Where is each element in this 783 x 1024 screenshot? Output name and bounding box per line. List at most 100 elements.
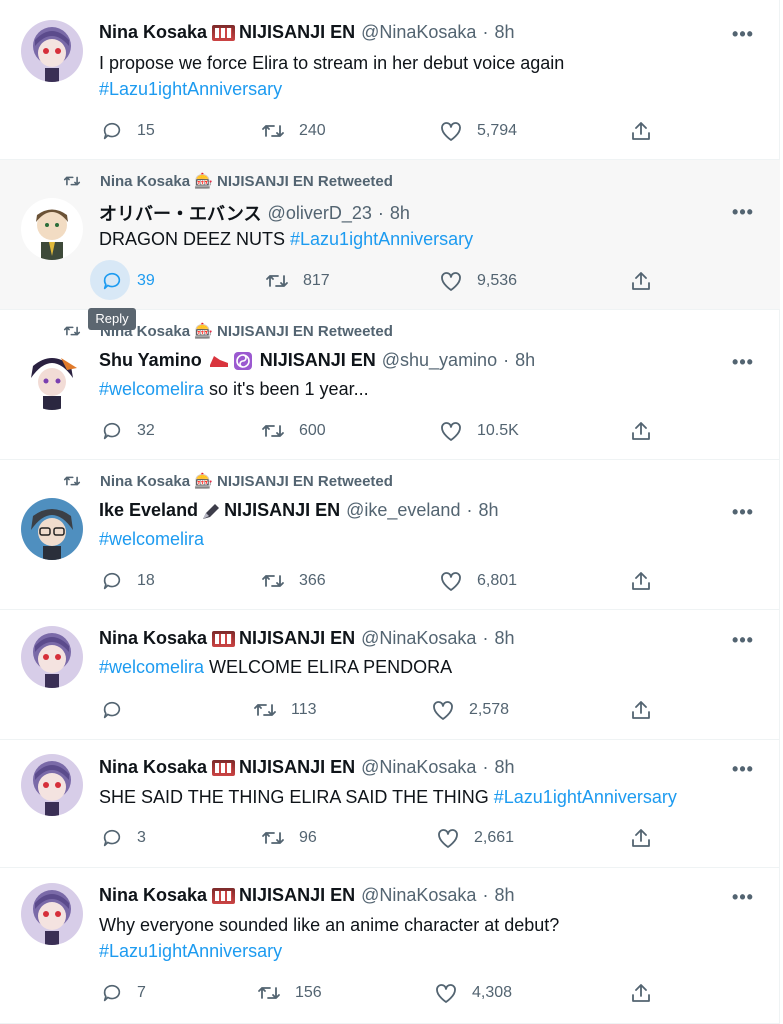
timestamp[interactable]: 8h <box>494 628 514 649</box>
retweet-button[interactable]: 366 <box>261 570 326 592</box>
tweet[interactable]: Nina Kosaka 🎰 NIJISANJI EN Retweeted Shu… <box>0 310 780 460</box>
hashtag-link[interactable]: #Lazu1ightAnniversary <box>99 941 282 961</box>
avatar[interactable] <box>21 20 83 82</box>
like-button[interactable]: 4,308 <box>434 982 512 1004</box>
like-count: 2,661 <box>474 829 515 846</box>
timestamp[interactable]: 8h <box>494 22 514 43</box>
handle[interactable]: @oliverD_23 <box>268 203 372 224</box>
handle[interactable]: @ike_eveland <box>346 500 460 521</box>
retweet-button[interactable]: 600 <box>261 420 326 442</box>
more-options-icon[interactable]: ••• <box>732 352 754 373</box>
retweeted-by-label[interactable]: Nina Kosaka 🎰 NIJISANJI EN Retweeted <box>100 172 393 190</box>
tweet[interactable]: Nina Kosaka NIJISANJI EN @NinaKosaka · 8… <box>0 610 780 740</box>
hashtag-link[interactable]: #welcomelira <box>99 657 204 677</box>
handle[interactable]: @NinaKosaka <box>361 757 476 778</box>
avatar[interactable] <box>21 754 83 816</box>
avatar[interactable] <box>21 883 83 945</box>
retweet-button[interactable]: 113 <box>253 699 317 721</box>
retweet-icon <box>266 275 288 287</box>
timestamp[interactable]: 8h <box>515 350 535 371</box>
like-button[interactable]: 2,661 <box>436 827 514 849</box>
share-button[interactable] <box>629 570 653 592</box>
like-button[interactable]: 9,536 <box>439 270 517 292</box>
share-button[interactable] <box>629 120 653 142</box>
more-options-icon[interactable]: ••• <box>732 887 754 908</box>
share-button[interactable] <box>629 420 653 442</box>
heart-icon <box>441 122 461 141</box>
heart-icon <box>441 572 461 591</box>
timestamp[interactable]: 8h <box>478 500 498 521</box>
hashtag-link[interactable]: #Lazu1ightAnniversary <box>290 229 473 249</box>
hashtag-link[interactable]: #welcomelira <box>99 379 204 399</box>
like-button[interactable]: 5,794 <box>439 120 517 142</box>
retweeted-by-label[interactable]: Nina Kosaka 🎰 NIJISANJI EN Retweeted <box>100 322 393 340</box>
separator: · <box>466 500 473 520</box>
tweet-header: Shu Yamino NIJISANJI EN @shu_yamino · 8h <box>99 350 720 371</box>
like-count: 5,794 <box>477 122 518 139</box>
shoe-and-yin-yang-icon <box>208 351 254 371</box>
slot-machine-icon <box>212 630 236 647</box>
reply-button[interactable]: 3 <box>101 827 146 849</box>
tweet[interactable]: Nina Kosaka NIJISANJI EN @NinaKosaka · 8… <box>0 0 780 160</box>
like-button[interactable]: 6,801 <box>439 570 517 592</box>
hashtag-link[interactable]: #welcomelira <box>99 529 204 549</box>
display-name[interactable]: Nina Kosaka <box>99 885 207 906</box>
like-button[interactable]: 2,578 <box>431 699 509 721</box>
handle[interactable]: @NinaKosaka <box>361 22 476 43</box>
share-button[interactable] <box>629 699 653 721</box>
reply-button[interactable]: 18 <box>101 570 155 592</box>
share-button[interactable] <box>629 270 653 292</box>
display-name[interactable]: Nina Kosaka <box>99 628 207 649</box>
display-name[interactable]: Shu Yamino <box>99 350 202 371</box>
avatar[interactable] <box>21 348 83 410</box>
avatar[interactable] <box>21 198 83 260</box>
tweet[interactable]: Nina Kosaka 🎰 NIJISANJI EN Retweeted オリバ… <box>0 160 780 310</box>
tweet[interactable]: Nina Kosaka NIJISANJI EN @NinaKosaka · 8… <box>0 868 780 1024</box>
retweet-icon <box>258 987 280 999</box>
share-button[interactable] <box>629 982 653 1004</box>
more-options-icon[interactable]: ••• <box>732 24 754 45</box>
retweet-icon <box>62 322 84 340</box>
share-button[interactable] <box>629 827 653 849</box>
timestamp[interactable]: 8h <box>494 757 514 778</box>
retweet-button[interactable]: 156 <box>257 982 322 1004</box>
retweeted-by-label[interactable]: Nina Kosaka 🎰 NIJISANJI EN Retweeted <box>100 472 393 490</box>
display-name[interactable]: Ike Eveland <box>99 500 198 521</box>
reply-icon <box>103 829 121 847</box>
retweet-icon <box>262 575 284 587</box>
display-name[interactable]: Nina Kosaka <box>99 757 207 778</box>
handle[interactable]: @NinaKosaka <box>361 885 476 906</box>
tweet-text-part: so it's been 1 year... <box>204 379 369 399</box>
retweet-button[interactable]: 817 <box>265 270 330 292</box>
retweet-button[interactable]: 96 <box>261 827 317 849</box>
retweet-button[interactable]: 240 <box>261 120 326 142</box>
tweet-text: Why everyone sounded like an anime chara… <box>99 912 740 964</box>
reply-button[interactable] <box>101 699 123 721</box>
more-options-icon[interactable]: ••• <box>732 759 754 780</box>
avatar[interactable] <box>21 498 83 560</box>
reply-button[interactable]: 32 <box>101 420 155 442</box>
handle[interactable]: @shu_yamino <box>382 350 497 371</box>
reply-icon <box>103 984 121 1002</box>
hashtag-link[interactable]: #Lazu1ightAnniversary <box>494 787 677 807</box>
reply-button[interactable]: 15 <box>101 120 155 142</box>
tweet[interactable]: Nina Kosaka 🎰 NIJISANJI EN Retweeted Ike… <box>0 460 780 610</box>
more-options-icon[interactable]: ••• <box>732 502 754 523</box>
handle[interactable]: @NinaKosaka <box>361 628 476 649</box>
tweet[interactable]: Nina Kosaka NIJISANJI EN @NinaKosaka · 8… <box>0 740 780 868</box>
like-button[interactable]: 10.5K <box>439 420 519 442</box>
separator: · <box>503 350 510 370</box>
reply-button[interactable]: 39 <box>101 270 155 292</box>
reply-icon <box>103 122 121 140</box>
display-name[interactable]: Nina Kosaka <box>99 22 207 43</box>
display-name[interactable]: オリバー・エバンス <box>99 200 262 226</box>
more-options-icon[interactable]: ••• <box>732 630 754 651</box>
avatar[interactable] <box>21 626 83 688</box>
hashtag-link[interactable]: #Lazu1ightAnniversary <box>99 79 282 99</box>
timestamp[interactable]: 8h <box>390 203 410 224</box>
more-options-icon[interactable]: ••• <box>732 202 754 223</box>
tweet-text-part: SHE SAID THE THING ELIRA SAID THE THING <box>99 787 494 807</box>
timestamp[interactable]: 8h <box>494 885 514 906</box>
separator: · <box>482 628 489 648</box>
reply-button[interactable]: 7 <box>101 982 146 1004</box>
